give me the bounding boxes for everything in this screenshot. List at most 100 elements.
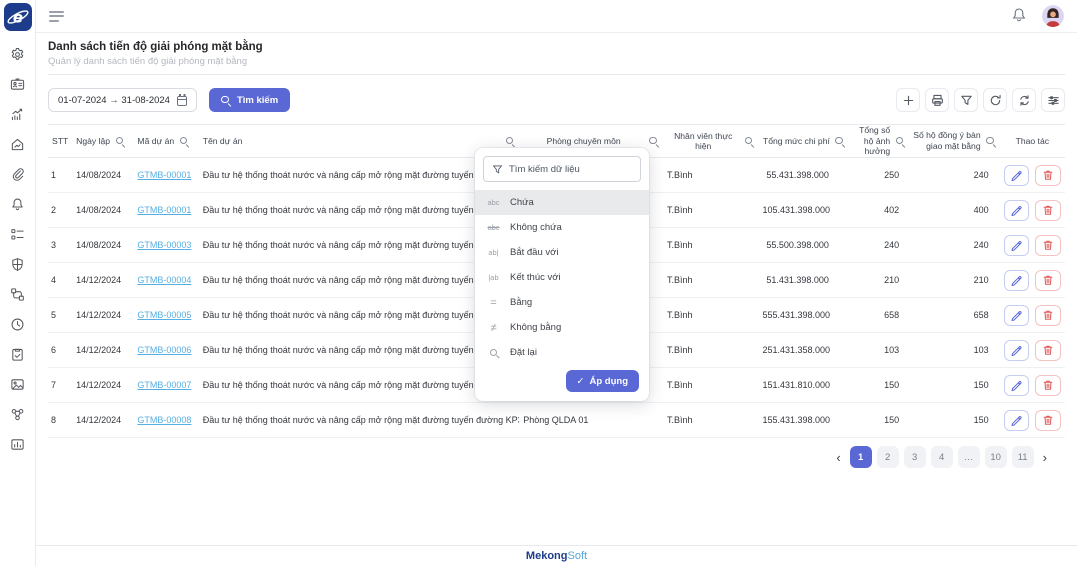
delete-button[interactable] [1035, 165, 1061, 186]
affected-households: 150 [849, 403, 909, 438]
attachment-icon[interactable] [0, 159, 36, 189]
page-button-1[interactable]: 1 [850, 446, 872, 468]
id-card-icon[interactable] [0, 69, 36, 99]
filter-option-label: Không bằng [510, 322, 561, 333]
row-date: 14/08/2024 [72, 193, 133, 228]
gallery-icon[interactable] [0, 369, 36, 399]
page-button-…[interactable]: … [958, 446, 980, 468]
column-search-icon[interactable] [744, 136, 754, 146]
row-date: 14/12/2024 [72, 263, 133, 298]
edit-button[interactable] [1004, 375, 1030, 396]
project-code-link[interactable]: GTMB-00001 [137, 205, 191, 215]
search-button[interactable]: Tìm kiếm [209, 88, 290, 112]
project-code-link[interactable]: GTMB-00004 [137, 275, 191, 285]
column-search-icon[interactable] [649, 136, 659, 146]
share-nodes-icon[interactable] [0, 399, 36, 429]
filter-option[interactable]: Đặt lại [475, 340, 649, 365]
project-code-link[interactable]: GTMB-00006 [137, 345, 191, 355]
page-button-10[interactable]: 10 [985, 446, 1007, 468]
notification-bell-icon[interactable] [1011, 7, 1027, 26]
refresh-button[interactable] [983, 88, 1007, 112]
project-code-link[interactable]: GTMB-00007 [137, 380, 191, 390]
project-code-link[interactable]: GTMB-00001 [137, 170, 191, 180]
apply-button[interactable]: ✓ Áp dụng [566, 370, 639, 392]
page-button-3[interactable]: 3 [904, 446, 926, 468]
filter-option[interactable]: Bằng [475, 290, 649, 315]
delete-button[interactable] [1035, 235, 1061, 256]
project-code-link[interactable]: GTMB-00005 [137, 310, 191, 320]
analytics-icon[interactable] [0, 99, 36, 129]
agreed-households: 240 [909, 158, 999, 193]
row-date: 14/08/2024 [72, 228, 133, 263]
project-code-link[interactable]: GTMB-00003 [137, 240, 191, 250]
export-button[interactable] [925, 88, 949, 112]
alert-icon[interactable] [0, 189, 36, 219]
filter-option-label: Bắt đầu với [510, 247, 558, 258]
filter-option[interactable]: Kết thúc với [475, 265, 649, 290]
row-index: 2 [48, 193, 72, 228]
user-avatar[interactable] [1042, 5, 1064, 27]
delete-button[interactable] [1035, 200, 1061, 221]
total-cost: 51.431.398.000 [758, 263, 848, 298]
edit-button[interactable] [1004, 410, 1030, 431]
clipboard-check-icon[interactable] [0, 339, 36, 369]
delete-button[interactable] [1035, 340, 1061, 361]
pagination-pages: 1234…1011 [850, 446, 1034, 468]
project-name: Đầu tư hệ thống thoát nước và nâng cấp m… [199, 298, 520, 333]
filter-option[interactable]: Bắt đầu với [475, 240, 649, 265]
column-search-icon[interactable] [505, 136, 515, 146]
app-logo[interactable]: e [4, 3, 32, 31]
page-button-11[interactable]: 11 [1012, 446, 1034, 468]
edit-button[interactable] [1004, 200, 1030, 221]
date-range-picker[interactable]: 01-07-2024 → 31-08-2024 [48, 88, 197, 112]
filter-option[interactable]: Không chứa [475, 215, 649, 240]
col-ngay-lap: Ngày lập [76, 136, 110, 146]
checklist-icon[interactable] [0, 219, 36, 249]
settings-icon[interactable] [0, 39, 36, 69]
filter-button[interactable] [954, 88, 978, 112]
home-chart-icon[interactable] [0, 129, 36, 159]
filter-popup: Chứa Không chứa Bắt đầu với Kết thúc với… [475, 148, 649, 401]
edit-button[interactable] [1004, 270, 1030, 291]
history-icon[interactable] [0, 309, 36, 339]
media-chart-icon[interactable] [0, 429, 36, 459]
delete-button[interactable] [1035, 305, 1061, 326]
check-icon: ✓ [577, 376, 585, 387]
filter-search-box [483, 156, 641, 182]
filter-option-label: Kết thúc với [510, 272, 561, 283]
filter-option-icon [485, 198, 502, 207]
page-button-2[interactable]: 2 [877, 446, 899, 468]
column-search-icon[interactable] [835, 136, 845, 146]
add-button[interactable] [896, 88, 920, 112]
delete-button[interactable] [1035, 410, 1061, 431]
project-code-link[interactable]: GTMB-00008 [137, 415, 191, 425]
sync-button[interactable] [1012, 88, 1036, 112]
delete-button[interactable] [1035, 270, 1061, 291]
page-button-4[interactable]: 4 [931, 446, 953, 468]
column-search-icon[interactable] [986, 136, 996, 146]
edit-button[interactable] [1004, 165, 1030, 186]
menu-icon[interactable] [49, 11, 64, 22]
prev-page-icon[interactable]: ‹ [832, 450, 844, 465]
filter-search-input[interactable] [509, 164, 632, 175]
project-name: Đầu tư hệ thống thoát nước và nâng cấp m… [199, 158, 520, 193]
row-index: 7 [48, 368, 72, 403]
shield-icon[interactable] [0, 249, 36, 279]
workflow-icon[interactable] [0, 279, 36, 309]
filter-option[interactable]: Không bằng [475, 315, 649, 340]
filter-option-icon [485, 322, 502, 334]
next-page-icon[interactable]: › [1039, 450, 1051, 465]
column-search-icon[interactable] [895, 136, 905, 146]
column-search-icon[interactable] [179, 136, 189, 146]
page-subtitle: Quản lý danh sách tiến độ giải phóng mặt… [48, 56, 1065, 67]
column-search-icon[interactable] [115, 136, 125, 146]
edit-button[interactable] [1004, 340, 1030, 361]
edit-button[interactable] [1004, 305, 1030, 326]
col-so-ho-dong-y: Số hộ đồng ý bàn giao mặt bằng [913, 130, 980, 151]
filter-option[interactable]: Chứa [475, 190, 649, 215]
agreed-households: 210 [909, 263, 999, 298]
edit-button[interactable] [1004, 235, 1030, 256]
delete-button[interactable] [1035, 375, 1061, 396]
column-settings-icon[interactable] [1041, 88, 1065, 112]
row-date: 14/12/2024 [72, 298, 133, 333]
